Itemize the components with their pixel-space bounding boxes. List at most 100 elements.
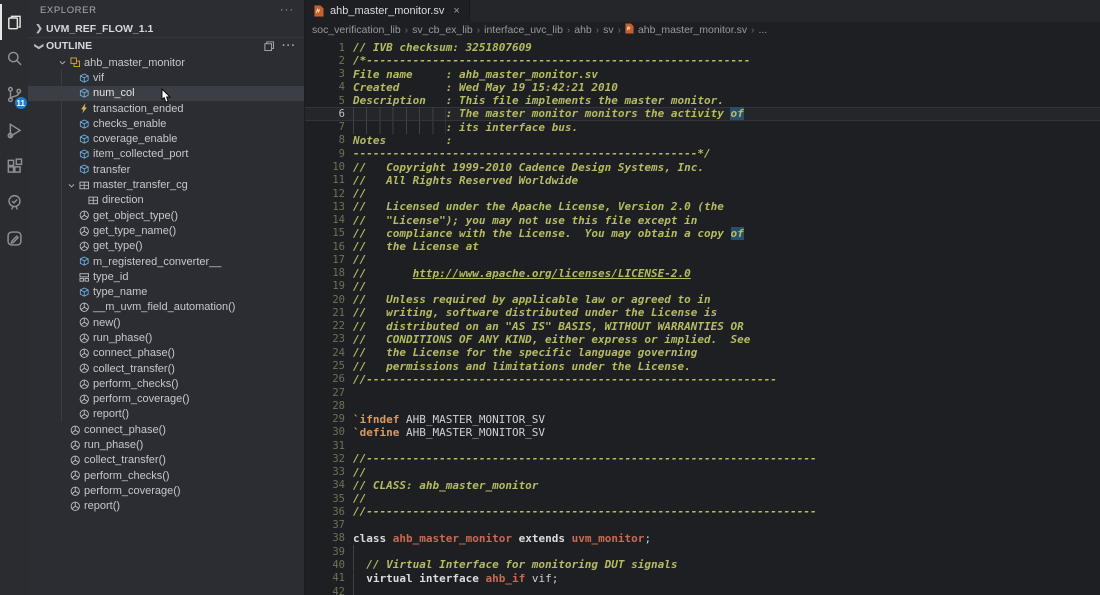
outline-item-transfer[interactable]: transfer xyxy=(28,162,304,177)
code-line[interactable]: 7: its interface bus. xyxy=(305,121,1100,134)
outline-item-perform-coverage[interactable]: perform_coverage() xyxy=(28,483,304,498)
line-content: //--------------------------------------… xyxy=(345,452,817,465)
code-line[interactable]: 24// the License for the specific langua… xyxy=(305,346,1100,359)
outline-item-perform-checks[interactable]: perform_checks() xyxy=(28,376,304,391)
outline-item-checks-enable[interactable]: checks_enable xyxy=(28,116,304,131)
code-line[interactable]: 35// xyxy=(305,492,1100,505)
notebook-edit-icon[interactable] xyxy=(0,220,28,256)
code-line[interactable]: 15// compliance with the License. You ma… xyxy=(305,227,1100,240)
code-line[interactable]: 9---------------------------------------… xyxy=(305,147,1100,160)
code-line[interactable]: 37 xyxy=(305,519,1100,532)
outline-item-connect-phase[interactable]: connect_phase() xyxy=(28,346,304,361)
explorer-more-button[interactable]: ··· xyxy=(280,4,294,16)
outline-item-get-type[interactable]: get_type() xyxy=(28,239,304,254)
outline-item-run-phase[interactable]: run_phase() xyxy=(28,437,304,452)
code-line[interactable]: 30`define AHB_MASTER_MONITOR_SV xyxy=(305,426,1100,439)
outline-item-type-name[interactable]: type_name xyxy=(28,284,304,299)
line-number: 13 xyxy=(305,201,345,213)
code-editor[interactable]: 1// IVB checksum: 32518076092/*---------… xyxy=(305,38,1100,595)
code-line[interactable]: 29`ifndef AHB_MASTER_MONITOR_SV xyxy=(305,412,1100,425)
code-line[interactable]: 26//------------------------------------… xyxy=(305,373,1100,386)
outline-item-new[interactable]: new() xyxy=(28,315,304,330)
outline-item-vif[interactable]: vif xyxy=(28,70,304,85)
outline-more-button[interactable]: ··· xyxy=(282,40,296,52)
code-line[interactable]: 2/*-------------------------------------… xyxy=(305,54,1100,67)
outline-item-get-object-type[interactable]: get_object_type() xyxy=(28,208,304,223)
code-line[interactable]: 28 xyxy=(305,399,1100,412)
code-line[interactable]: 18// http://www.apache.org/licenses/LICE… xyxy=(305,267,1100,280)
code-line[interactable]: 31 xyxy=(305,439,1100,452)
code-line[interactable]: 23// CONDITIONS OF ANY KIND, either expr… xyxy=(305,333,1100,346)
outline-item-num-col[interactable]: num_col xyxy=(28,86,304,101)
code-line[interactable]: 14// "License"); you may not use this fi… xyxy=(305,213,1100,226)
extensions-icon[interactable] xyxy=(0,148,28,184)
breadcrumb-item[interactable]: sv_cb_ex_lib xyxy=(412,24,473,36)
code-line[interactable]: 21// writing, software distributed under… xyxy=(305,306,1100,319)
code-line[interactable]: 8Notes : xyxy=(305,134,1100,147)
line-number: 37 xyxy=(305,519,345,531)
code-line[interactable]: 22// distributed on an "AS IS" BASIS, WI… xyxy=(305,320,1100,333)
outline-item-collect-transfer[interactable]: collect_transfer() xyxy=(28,361,304,376)
outline-item-collect-transfer[interactable]: collect_transfer() xyxy=(28,453,304,468)
explorer-icon[interactable] xyxy=(0,4,28,40)
code-line[interactable]: 33// xyxy=(305,466,1100,479)
outline-item-item-collected-port[interactable]: item_collected_port xyxy=(28,147,304,162)
tab-ahb-master-monitor[interactable]: ahb_master_monitor.sv × xyxy=(305,0,470,22)
outline-item-direction[interactable]: direction xyxy=(28,193,304,208)
tab-close-icon[interactable]: × xyxy=(453,6,459,17)
breadcrumb-item[interactable]: interface_uvc_lib xyxy=(484,24,563,36)
outline-item--m-uvm-field-automation[interactable]: __m_uvm_field_automation() xyxy=(28,300,304,315)
checkmark-seal-icon[interactable] xyxy=(0,184,28,220)
code-line[interactable]: 6: The master monitor monitors the activ… xyxy=(305,107,1100,120)
code-line[interactable]: 13// Licensed under the Apache License, … xyxy=(305,200,1100,213)
code-line[interactable]: 42 xyxy=(305,585,1100,595)
code-line[interactable]: 34// CLASS: ahb_master_monitor xyxy=(305,479,1100,492)
breadcrumb-item[interactable]: ahb_master_monitor.sv xyxy=(625,23,747,37)
code-line[interactable]: 27 xyxy=(305,386,1100,399)
code-line[interactable]: 40// Virtual Interface for monitoring DU… xyxy=(305,558,1100,571)
section-uvm-ref-flow[interactable]: ❯ UVM_REF_FLOW_1.1 xyxy=(28,20,304,37)
code-line[interactable]: 4Created : Wed May 19 15:42:21 2010 xyxy=(305,81,1100,94)
method-symbol-icon xyxy=(78,316,93,329)
code-line[interactable]: 41virtual interface ahb_if vif; xyxy=(305,572,1100,585)
code-line[interactable]: 25// permissions and limitations under t… xyxy=(305,359,1100,372)
outline-item-get-type-name[interactable]: get_type_name() xyxy=(28,223,304,238)
outline-item-type-id[interactable]: type_id xyxy=(28,269,304,284)
outline-item-ahb-master-monitor[interactable]: ahb_master_monitor xyxy=(28,55,304,70)
code-line[interactable]: 11// All Rights Reserved Worldwide xyxy=(305,174,1100,187)
breadcrumb-item[interactable]: ahb xyxy=(574,24,592,36)
outline-item-run-phase[interactable]: run_phase() xyxy=(28,330,304,345)
outline-item-m-registered-converter[interactable]: m_registered_converter__ xyxy=(28,254,304,269)
outline-item-report[interactable]: report() xyxy=(28,407,304,422)
breadcrumb-item[interactable]: soc_verification_lib xyxy=(312,24,401,36)
code-line[interactable]: 5Description : This file implements the … xyxy=(305,94,1100,107)
breadcrumb-item[interactable]: ... xyxy=(758,24,767,36)
chevron-down-icon[interactable] xyxy=(56,58,69,67)
code-line[interactable]: 38class ahb_master_monitor extends uvm_m… xyxy=(305,532,1100,545)
breadcrumb-item[interactable]: sv xyxy=(603,24,614,36)
code-line[interactable]: 36//------------------------------------… xyxy=(305,505,1100,518)
chevron-down-icon[interactable] xyxy=(65,181,78,190)
code-line[interactable]: 17// xyxy=(305,253,1100,266)
code-line[interactable]: 20// Unless required by applicable law o… xyxy=(305,293,1100,306)
outline-item-perform-coverage[interactable]: perform_coverage() xyxy=(28,392,304,407)
code-line[interactable]: 32//------------------------------------… xyxy=(305,452,1100,465)
outline-item-master-transfer-cg[interactable]: master_transfer_cg xyxy=(28,177,304,192)
code-line[interactable]: 16// the License at xyxy=(305,240,1100,253)
outline-item-coverage-enable[interactable]: coverage_enable xyxy=(28,131,304,146)
search-icon[interactable] xyxy=(0,40,28,76)
outline-item-transaction-ended[interactable]: transaction_ended xyxy=(28,101,304,116)
source-control-icon[interactable]: 11 xyxy=(0,76,28,112)
code-line[interactable]: 12// xyxy=(305,187,1100,200)
code-line[interactable]: 3File name : ahb_master_monitor.sv xyxy=(305,68,1100,81)
code-line[interactable]: 39 xyxy=(305,545,1100,558)
code-line[interactable]: 19// xyxy=(305,280,1100,293)
run-and-debug-icon[interactable] xyxy=(0,112,28,148)
outline-item-perform-checks[interactable]: perform_checks() xyxy=(28,468,304,483)
code-line[interactable]: 1// IVB checksum: 3251807609 xyxy=(305,41,1100,54)
collapse-all-icon[interactable] xyxy=(263,40,275,52)
outline-item-connect-phase[interactable]: connect_phase() xyxy=(28,422,304,437)
section-outline[interactable]: ❯ OUTLINE ··· xyxy=(28,37,304,54)
code-line[interactable]: 10// Copyright 1999-2010 Cadence Design … xyxy=(305,160,1100,173)
outline-item-report[interactable]: report() xyxy=(28,499,304,514)
